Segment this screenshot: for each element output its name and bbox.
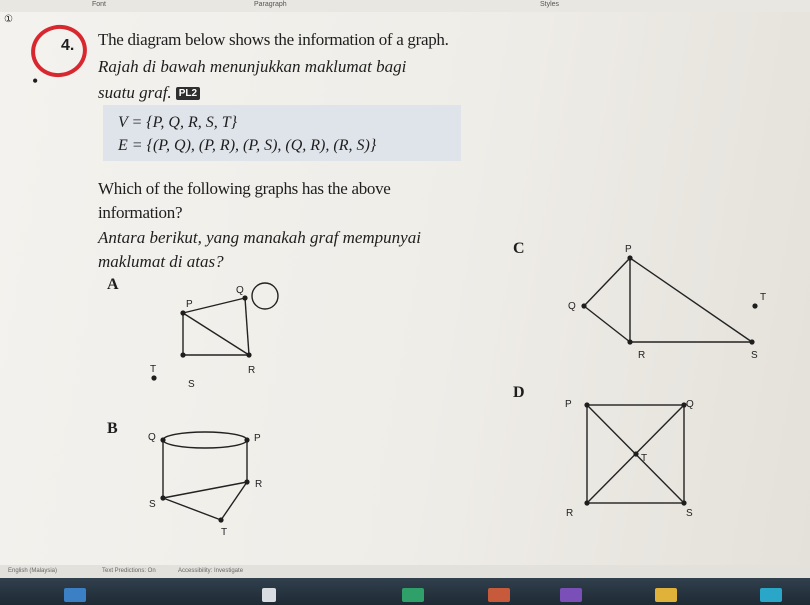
graph-c-vertex (627, 339, 633, 345)
graph-a-vertex (242, 295, 248, 301)
graph-a-loop (251, 282, 279, 310)
graph-a-edge (244, 297, 250, 356)
graph-b-edge (162, 481, 248, 499)
graph-b-edge (220, 481, 248, 521)
graph-b-vertex (244, 437, 250, 443)
graph-c-label-p: P (625, 244, 632, 255)
graph-c-vertex (752, 303, 758, 309)
status-bar: English (Malaysia) Text Predictions: On … (0, 565, 810, 578)
graph-a-edge (182, 312, 250, 356)
graph-a-label-s: S (188, 379, 195, 390)
graph-d-vertex (584, 500, 590, 506)
graph-c-label-t: T (760, 292, 766, 303)
graph-d-label-p: P (565, 399, 572, 410)
app-icon[interactable] (64, 588, 86, 602)
graph-a-label-t: T (150, 364, 156, 375)
graph-a-vertex (246, 352, 252, 358)
graph-c-vertex (581, 303, 587, 309)
graph-c-label-r: R (638, 350, 645, 361)
graph-a (182, 282, 279, 356)
graph-c-vertex (627, 255, 633, 261)
graph-b-label-p: P (254, 433, 261, 444)
text-predictions-status[interactable]: Text Predictions: On (102, 568, 156, 574)
graph-b-edge (162, 497, 222, 521)
accessibility-status[interactable]: Accessibility: Investigate (178, 568, 243, 574)
graph-b-vertex (218, 517, 224, 523)
graph-diagrams: P Q R S T Q P R S T P Q R S T P Q R S T (148, 244, 766, 538)
graph-d-label-t: T (641, 453, 647, 464)
graph-b-label-t: T (221, 527, 227, 538)
graph-a-label-r: R (248, 365, 255, 376)
graph-b-label-q: Q (148, 432, 156, 443)
graph-c-label-q: Q (568, 301, 576, 312)
graph-b-vertex (244, 479, 250, 485)
graph-d-label-s: S (686, 508, 693, 519)
graph-c-label-s: S (751, 350, 758, 361)
graph-c-edge (583, 257, 631, 307)
graph-a-vertex (180, 310, 186, 316)
app-icon[interactable] (402, 588, 424, 602)
graph-d-vertex (633, 451, 639, 457)
language-status[interactable]: English (Malaysia) (8, 568, 57, 574)
app-icon[interactable] (560, 588, 582, 602)
graph-b-vertex (160, 437, 166, 443)
graph-d-vertex (584, 402, 590, 408)
graph-a-label-p: P (186, 299, 193, 310)
graph-d-vertex (681, 500, 687, 506)
graph-d-label-q: Q (686, 399, 694, 410)
graph-b (162, 431, 248, 521)
graph-b-ellipse-edge (162, 431, 248, 449)
graph-a-vertex (151, 375, 157, 381)
app-icon[interactable] (760, 588, 782, 602)
graph-b-vertex (160, 495, 166, 501)
graph-c-vertex (749, 339, 755, 345)
taskbar (0, 578, 810, 605)
graph-b-label-r: R (255, 479, 262, 490)
graph-d-label-r: R (566, 508, 573, 519)
graph-c (583, 257, 753, 343)
graph-c-edge (583, 305, 631, 343)
app-icon[interactable] (655, 588, 677, 602)
graph-b-label-s: S (149, 499, 156, 510)
file-icon[interactable] (262, 588, 276, 602)
app-icon[interactable] (488, 588, 510, 602)
graph-c-edge (629, 257, 753, 343)
graph-a-vertex (180, 352, 186, 358)
graph-a-label-q: Q (236, 285, 244, 296)
